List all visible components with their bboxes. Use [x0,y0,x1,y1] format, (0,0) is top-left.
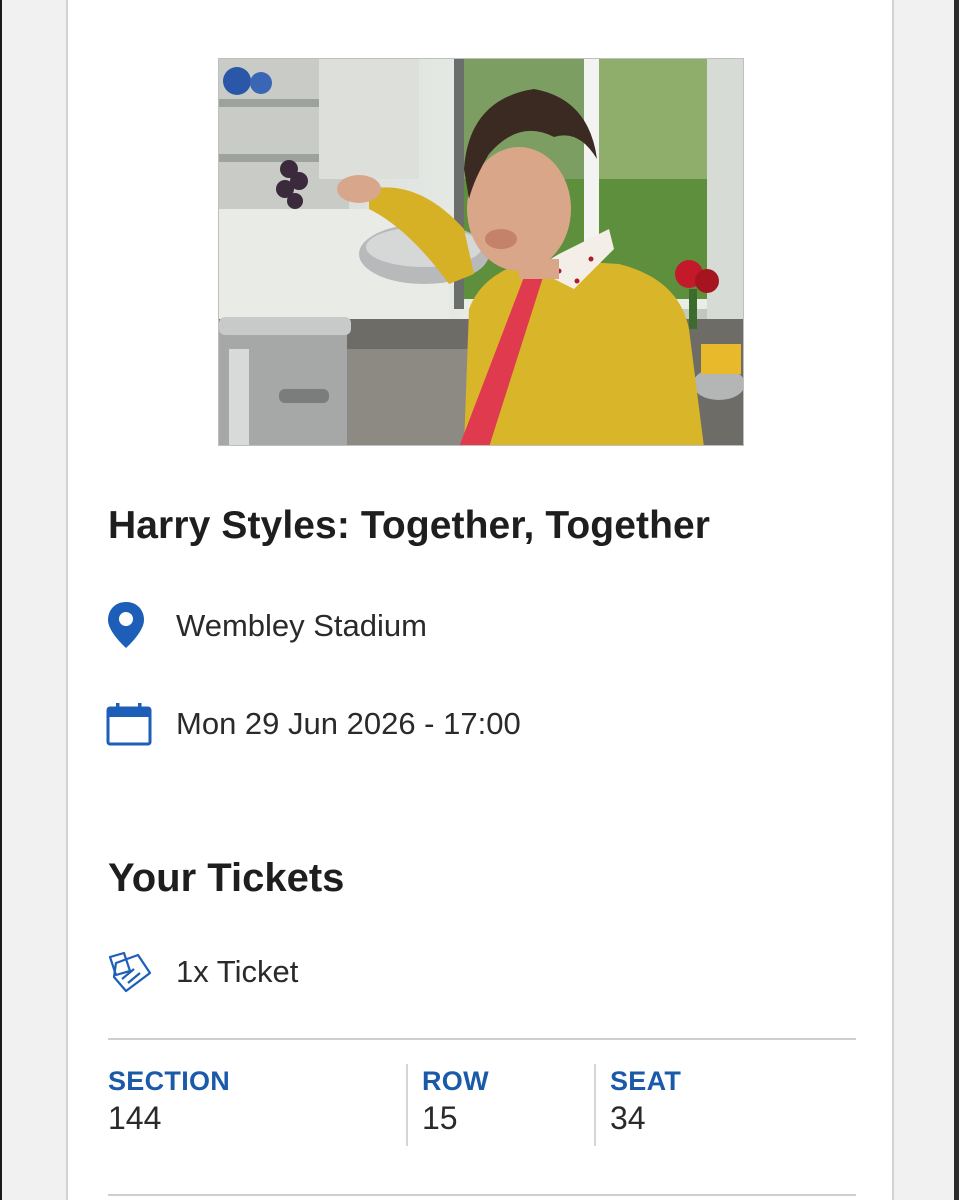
seat-value: 34 [610,1100,646,1136]
date-row: Mon 29 Jun 2026 - 17:00 [106,698,521,750]
row-field: ROW 15 [406,1064,489,1146]
divider [108,1194,856,1196]
ticket-card: Harry Styles: Together, Together Wembley… [66,0,894,1200]
section-value: 144 [108,1100,162,1136]
ticket-count-row: 1x Ticket [106,946,298,998]
venue-row: Wembley Stadium [106,600,427,652]
venue-name: Wembley Stadium [176,608,427,643]
screen-left-edge [0,0,2,1200]
ticket-count: 1x Ticket [176,954,299,989]
event-photo [218,58,744,446]
screen-right-edge [954,0,959,1200]
divider [108,1038,856,1040]
row-label: ROW [422,1066,489,1096]
location-pin-icon [106,600,156,652]
row-value: 15 [422,1100,458,1136]
event-datetime: Mon 29 Jun 2026 - 17:00 [176,706,521,741]
section-label: SECTION [108,1066,231,1096]
your-tickets-heading: Your Tickets [108,856,345,900]
seat-label: SEAT [610,1066,682,1096]
event-title: Harry Styles: Together, Together [108,504,711,547]
section-field: SECTION 144 [108,1064,230,1146]
seat-details: SECTION 144 ROW 15 SEAT 34 [108,1064,856,1146]
calendar-icon [106,698,156,750]
seat-field: SEAT 34 [594,1064,681,1146]
tickets-icon [106,946,156,998]
